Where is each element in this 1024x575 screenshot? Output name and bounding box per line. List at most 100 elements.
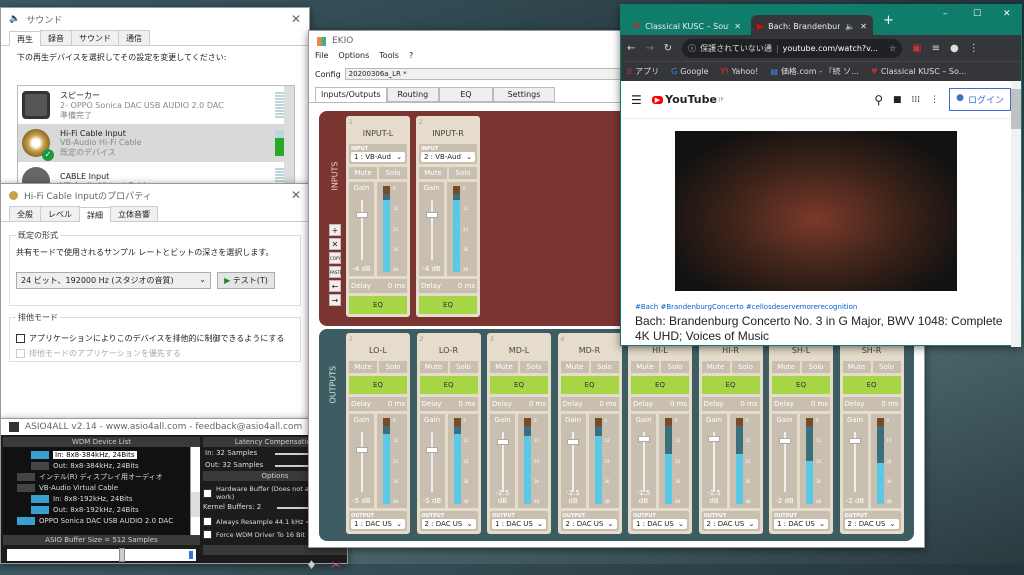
bookmark-google[interactable]: G Google	[671, 67, 708, 76]
address-bar[interactable]: ⓘ 保護されていない通 | youtube.com/watch?v... ☆	[682, 38, 903, 58]
close-window-button[interactable]: ✕	[1003, 9, 1011, 19]
bookmark-kusc[interactable]: ♥ Classical KUSC – So...	[871, 67, 967, 76]
close-button[interactable]: ✕	[291, 12, 301, 26]
wdm-device-row[interactable]: VB-Audio Virtual Cable	[3, 482, 200, 493]
input-source-select[interactable]: 2 : VB-Aud ⌄	[421, 152, 475, 162]
delay-control[interactable]: Delay 0 ms	[490, 397, 548, 411]
bookmark-apps[interactable]: ⁞⁞ アプリ	[627, 66, 659, 77]
tab-playback[interactable]: 再生	[9, 31, 41, 46]
delay-control[interactable]: Delay 0 ms	[419, 397, 478, 411]
eq-button[interactable]: EQ	[349, 296, 407, 314]
bookmark-yahoo[interactable]: Y! Yahoo!	[721, 67, 759, 76]
advanced-settings-wrench-icon[interactable]: ✂	[331, 558, 341, 572]
eq-button[interactable]: EQ	[349, 376, 407, 394]
gain-slider-handle[interactable]	[849, 437, 861, 444]
gain-slider-handle[interactable]	[355, 446, 368, 453]
wdm-device-row[interactable]: Out: 8x8-384kHz, 24Bits	[3, 460, 200, 471]
add-button[interactable]: +	[329, 224, 341, 236]
profile-icon[interactable]: ●	[950, 43, 959, 54]
back-button[interactable]: ←	[627, 43, 635, 54]
output-dest-select[interactable]: 2 : DAC US ⌄	[844, 519, 899, 529]
bookmark-star-icon[interactable]: ☆	[889, 44, 896, 53]
device-toggle-icon[interactable]	[17, 483, 35, 492]
search-icon[interactable]: ⚲	[874, 93, 883, 107]
delay-control[interactable]: Delay 0 ms	[631, 397, 689, 411]
eq-button[interactable]: EQ	[842, 376, 901, 394]
video-player[interactable]	[675, 131, 957, 291]
tab-levels[interactable]: レベル	[40, 206, 80, 221]
mute-button[interactable]: Mute	[349, 167, 377, 179]
solo-button[interactable]: Solo	[661, 361, 689, 373]
output-dest-select[interactable]: 1 : DAC US ⌄	[492, 519, 546, 529]
audio-playing-icon[interactable]: 🔈	[845, 22, 855, 31]
menu-help[interactable]: ?	[409, 51, 413, 65]
solo-button[interactable]: Solo	[379, 361, 407, 373]
tab-sounds[interactable]: サウンド	[71, 30, 119, 45]
menu-file[interactable]: File	[315, 51, 328, 65]
exclusive-priority-checkbox[interactable]: 排他モードのアプリケーションを優先する	[16, 348, 294, 359]
exclusive-allow-checkbox[interactable]: アプリケーションによりこのデバイスを排他的に制御できるようにする	[16, 333, 294, 344]
tab-eq[interactable]: EQ	[439, 87, 493, 102]
menu-icon[interactable]: ⋮	[969, 43, 979, 54]
close-tab-icon[interactable]: ✕	[734, 22, 741, 31]
device-tree[interactable]: In: 8x8-384kHz, 24Bits Out: 8x8-384kHz, 2…	[3, 447, 200, 535]
tab-kusc[interactable]: ♥ Classical KUSC – Southe ✕	[627, 15, 747, 37]
mute-button[interactable]: Mute	[701, 361, 730, 373]
move-left-button[interactable]: ←	[329, 280, 341, 292]
device-speaker[interactable]: スピーカー 2- OPPO Sonica DAC USB AUDIO 2.0 DA…	[18, 86, 294, 124]
diamond-icon[interactable]: ♦	[306, 558, 317, 572]
output-dest-select[interactable]: 2 : DAC US ⌄	[562, 519, 617, 529]
tab-general[interactable]: 全般	[9, 206, 41, 221]
scrollbar[interactable]	[1011, 81, 1021, 347]
mute-button[interactable]: Mute	[349, 361, 377, 373]
move-right-button[interactable]: →	[329, 294, 341, 306]
wdm-device-row[interactable]: In: 8x8-384kHz, 24Bits	[3, 449, 200, 460]
menu-tools[interactable]: Tools	[379, 51, 399, 65]
mute-button[interactable]: Mute	[560, 361, 589, 373]
gain-slider-handle[interactable]	[496, 439, 509, 446]
pdf-extension-icon[interactable]: ▣	[912, 43, 921, 54]
gain-slider-handle[interactable]	[425, 211, 438, 218]
device-toggle-icon[interactable]	[31, 505, 49, 514]
test-button[interactable]: ▶ テスト(T)	[217, 272, 275, 289]
device-toggle-icon[interactable]	[31, 450, 49, 459]
create-video-icon[interactable]: ■	[893, 95, 902, 105]
device-hifi-cable[interactable]: ✓ Hi-Fi Cable Input VB-Audio Hi-Fi Cable 既…	[18, 124, 294, 162]
tab-routing[interactable]: Routing	[386, 87, 440, 102]
gain-slider-handle[interactable]	[708, 436, 720, 443]
input-source-select[interactable]: 1 : VB-Aud ⌄	[351, 152, 405, 162]
bookmark-kakaku[interactable]: ▤ 価格.com - 『続 ソ...	[770, 66, 858, 77]
login-button[interactable]: ● ログイン	[949, 88, 1011, 111]
device-list[interactable]: スピーカー 2- OPPO Sonica DAC USB AUDIO 2.0 DA…	[17, 85, 295, 195]
media-control-icon[interactable]: ≡	[932, 43, 940, 54]
tab-inputs-outputs[interactable]: Inputs/Outputs	[315, 87, 387, 102]
format-select[interactable]: 24 ビット、192000 Hz (スタジオの音質) ⌄	[16, 272, 211, 289]
gain-slider-track[interactable]	[360, 432, 363, 492]
gain-slider-handle[interactable]	[355, 211, 368, 218]
delete-button[interactable]: ✕	[329, 238, 341, 250]
scrollbar[interactable]	[190, 447, 200, 535]
apps-icon[interactable]: ⁞⁞⁞	[912, 95, 921, 105]
solo-button[interactable]: Solo	[872, 361, 901, 373]
close-button[interactable]: ✕	[291, 188, 301, 202]
mute-button[interactable]: Mute	[772, 361, 800, 373]
hamburger-menu-icon[interactable]: ☰	[631, 93, 642, 107]
maximize-button[interactable]: ☐	[973, 9, 981, 19]
output-dest-select[interactable]: 1 : DAC US ⌄	[633, 519, 687, 529]
gain-slider-handle[interactable]	[778, 437, 791, 444]
tab-advanced[interactable]: 詳細	[79, 207, 111, 222]
eq-button[interactable]: EQ	[560, 376, 619, 394]
gain-slider-track[interactable]	[431, 432, 433, 492]
wdm-device-row[interactable]: Out: 8x8-192kHz, 24Bits	[3, 504, 200, 515]
paste-button[interactable]: PASTE	[329, 266, 342, 278]
delay-control[interactable]: Delay 0 ms	[560, 397, 619, 411]
output-dest-select[interactable]: 1 : DAC US ⌄	[351, 519, 405, 529]
delay-control[interactable]: Delay 0 ms	[701, 397, 760, 411]
gain-slider-track[interactable]	[360, 200, 363, 260]
solo-button[interactable]: Solo	[520, 361, 548, 373]
solo-button[interactable]: Solo	[590, 361, 619, 373]
wdm-device-row[interactable]: OPPO Sonica DAC USB AUDIO 2.0 DAC	[3, 515, 200, 526]
eq-button[interactable]: EQ	[419, 376, 478, 394]
close-tab-icon[interactable]: ✕	[860, 22, 867, 31]
gain-slider-handle[interactable]	[426, 446, 438, 453]
